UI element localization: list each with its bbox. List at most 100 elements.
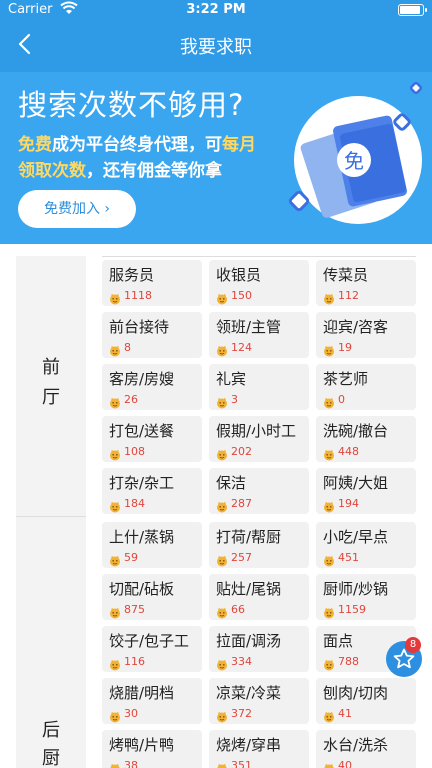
face-icon	[109, 446, 121, 461]
job-category-name: 上什/蒸锅	[109, 528, 175, 546]
job-category-name: 烧腊/明档	[109, 684, 175, 702]
section-label-front-2: 厅	[42, 387, 60, 408]
job-count: 112	[338, 289, 359, 302]
face-icon	[216, 656, 228, 671]
job-category-cell[interactable]: 收银员 150	[209, 260, 309, 306]
face-icon	[323, 760, 335, 768]
banner-highlight-free: 免费	[18, 135, 52, 155]
face-icon	[109, 760, 121, 768]
job-category-cell[interactable]: 烤鸭/片鸭 38	[102, 730, 202, 768]
section-tab-front-hall[interactable]: 前 厅	[16, 256, 86, 516]
coupon-illustration: 免	[288, 81, 423, 224]
job-count: 30	[124, 707, 138, 720]
job-count: 788	[338, 655, 359, 668]
face-icon	[109, 552, 121, 567]
job-count: 372	[231, 707, 252, 720]
job-category-cell[interactable]: 切配/砧板 875	[102, 574, 202, 620]
face-icon	[216, 394, 228, 409]
join-free-button[interactable]: 免费加入 ›	[18, 190, 136, 228]
job-category-name: 打荷/帮厨	[216, 528, 282, 546]
face-icon	[323, 342, 335, 357]
job-category-name: 烧烤/穿串	[216, 736, 282, 754]
job-category-name: 阿姨/大姐	[323, 474, 389, 492]
job-category-cell[interactable]: 洗碗/撤台 448	[316, 416, 416, 462]
job-count: 26	[124, 393, 138, 406]
status-time: 3:22 PM	[186, 2, 246, 17]
banner-line-2-text: ，还有佣金等你拿	[86, 161, 222, 181]
face-icon	[323, 498, 335, 513]
face-icon	[216, 708, 228, 723]
job-category-cell[interactable]: 服务员 1118	[102, 260, 202, 306]
job-count: 59	[124, 551, 138, 564]
face-icon	[216, 760, 228, 768]
favorite-count-badge: 8	[405, 637, 421, 653]
job-category-name: 凉菜/冷菜	[216, 684, 282, 702]
job-category-cell[interactable]: 烧腊/明档 30	[102, 678, 202, 724]
job-category-cell[interactable]: 水台/洗杀 40	[316, 730, 416, 768]
status-bar: Carrier 3:22 PM	[0, 0, 432, 20]
job-category-cell[interactable]: 传菜员 112	[316, 260, 416, 306]
job-category-cell[interactable]: 茶艺师 0	[316, 364, 416, 410]
face-icon	[216, 446, 228, 461]
job-category-name: 小吃/早点	[323, 528, 389, 546]
section-tab-kitchen[interactable]: 后 厨	[16, 517, 86, 768]
job-category-cell[interactable]: 领班/主管 124	[209, 312, 309, 358]
face-icon	[323, 394, 335, 409]
promo-banner[interactable]: 搜索次数不够用? 免费成为平台终身代理，可每月 领取次数，还有佣金等你拿 免费加…	[0, 72, 432, 244]
job-category-name: 迎宾/咨客	[323, 318, 389, 336]
battery-icon	[398, 4, 427, 16]
face-icon	[323, 290, 335, 305]
job-count: 150	[231, 289, 252, 302]
job-category-cell[interactable]: 刨肉/切肉 41	[316, 678, 416, 724]
banner-highlight-monthly: 每月	[222, 135, 256, 155]
banner-line-1-text: 成为平台终身代理，可	[52, 135, 222, 155]
face-icon	[109, 342, 121, 357]
job-category-cell[interactable]: 饺子/包子工 116	[102, 626, 202, 672]
job-count: 875	[124, 603, 145, 616]
job-category-cell[interactable]: 烧烤/穿串 351	[209, 730, 309, 768]
job-category-cell[interactable]: 打包/送餐 108	[102, 416, 202, 462]
job-category-cell[interactable]: 前台接待 8	[102, 312, 202, 358]
job-category-list: 前 厅 后 厨 服务员 1118 收银员 150 传菜员 112 前台接待 8 领班/主管 124…	[16, 256, 416, 768]
job-category-cell[interactable]: 保洁 287	[209, 468, 309, 514]
job-count: 184	[124, 497, 145, 510]
job-category-cell[interactable]: 厨师/炒锅 1159	[316, 574, 416, 620]
section-label-front-1: 前	[42, 357, 60, 378]
job-count: 448	[338, 445, 359, 458]
job-category-cell[interactable]: 阿姨/大姐 194	[316, 468, 416, 514]
job-category-name: 保洁	[216, 474, 247, 492]
face-icon	[109, 604, 121, 619]
job-count: 451	[338, 551, 359, 564]
face-icon	[323, 604, 335, 619]
job-category-cell[interactable]: 假期/小时工 202	[209, 416, 309, 462]
job-category-cell[interactable]: 打杂/杂工 184	[102, 468, 202, 514]
job-category-cell[interactable]: 上什/蒸锅 59	[102, 522, 202, 568]
top-bar: Carrier 3:22 PM 我要求职	[0, 0, 432, 72]
job-category-name: 厨师/炒锅	[323, 580, 389, 598]
job-category-name: 打包/送餐	[109, 422, 175, 440]
job-category-cell[interactable]: 拉面/调汤 334	[209, 626, 309, 672]
job-category-name: 拉面/调汤	[216, 632, 282, 650]
job-category-name: 客房/房嫂	[109, 370, 175, 388]
job-category-name: 传菜员	[323, 266, 369, 284]
job-category-name: 收银员	[216, 266, 262, 284]
job-category-name: 打杂/杂工	[109, 474, 175, 492]
job-category-name: 茶艺师	[323, 370, 369, 388]
job-category-name: 洗碗/撤台	[323, 422, 389, 440]
job-category-cell[interactable]: 凉菜/冷菜 372	[209, 678, 309, 724]
job-count: 116	[124, 655, 145, 668]
job-category-name: 假期/小时工	[216, 422, 297, 440]
job-category-cell[interactable]: 小吃/早点 451	[316, 522, 416, 568]
banner-line-2: 领取次数，还有佣金等你拿	[18, 156, 288, 181]
job-category-cell[interactable]: 礼宾 3	[209, 364, 309, 410]
job-category-cell[interactable]: 客房/房嫂 26	[102, 364, 202, 410]
job-category-cell[interactable]: 打荷/帮厨 257	[209, 522, 309, 568]
face-icon	[216, 604, 228, 619]
job-count: 1118	[124, 289, 152, 302]
job-category-cell[interactable]: 迎宾/咨客 19	[316, 312, 416, 358]
job-category-cell[interactable]: 贴灶/尾锅 66	[209, 574, 309, 620]
page-title: 我要求职	[180, 37, 252, 58]
section-label-kitchen-1: 后	[42, 720, 60, 741]
job-category-name: 饺子/包子工	[109, 632, 190, 650]
job-count: 287	[231, 497, 252, 510]
